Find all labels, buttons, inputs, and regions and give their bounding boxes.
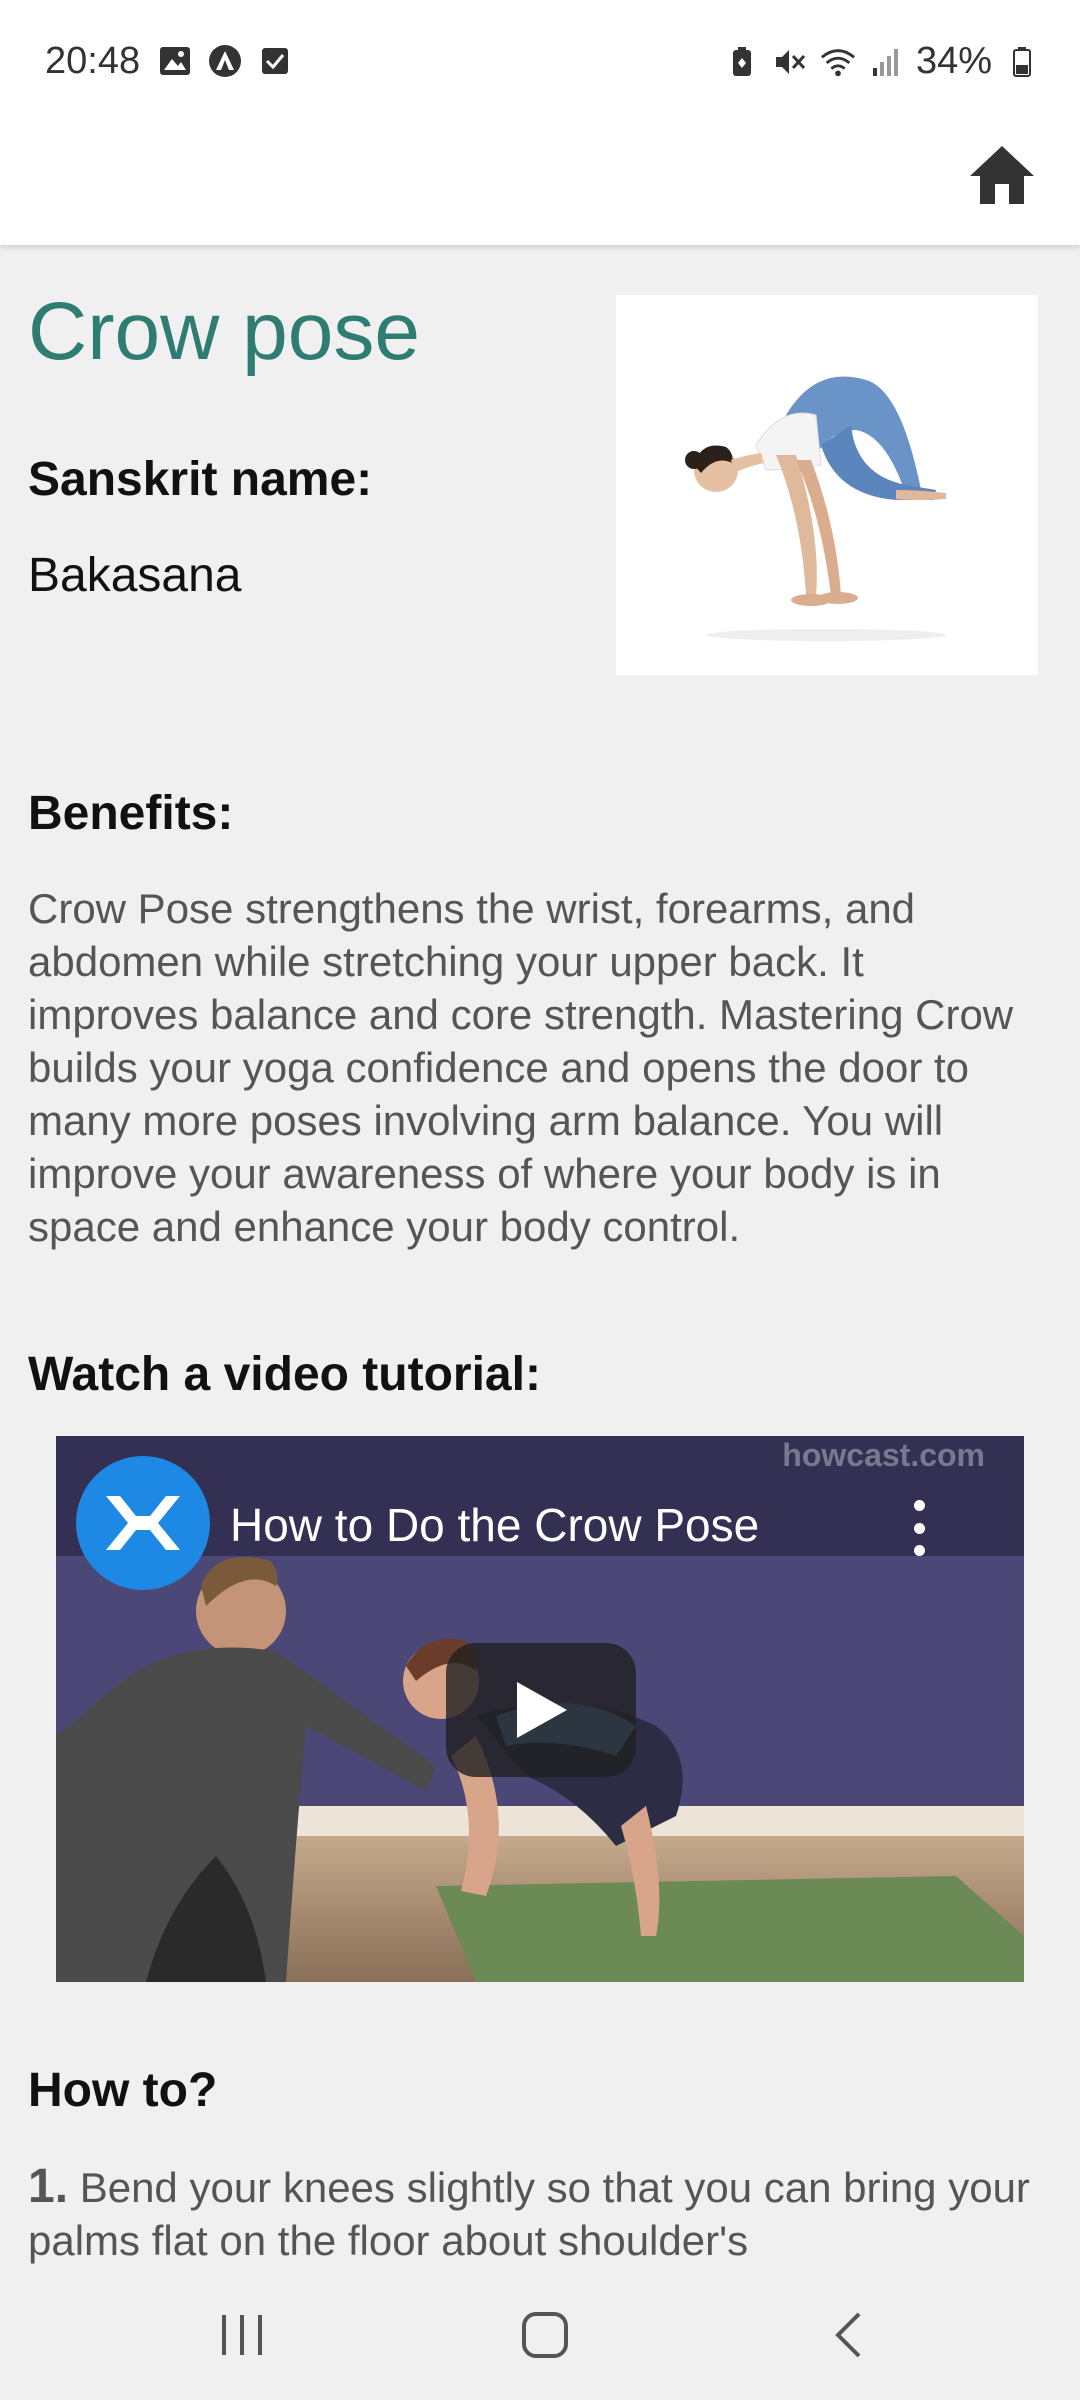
- battery-icon: [1004, 44, 1040, 80]
- status-bar: 20:48 34%: [0, 0, 1080, 125]
- benefits-text: Crow Pose strengthens the wrist, forearm…: [28, 885, 1014, 1250]
- pose-image: [616, 295, 1038, 675]
- checkbox-icon: [258, 44, 292, 78]
- navigation-bar: [0, 2265, 1080, 2400]
- video-watermark: howcast.com: [782, 1437, 985, 1473]
- recent-apps-button[interactable]: [202, 2295, 282, 2375]
- benefits-label: Benefits:: [28, 787, 234, 840]
- more-dot: [913, 1522, 925, 1534]
- howto-step: 1. Bend your knees slightly so that you …: [28, 2160, 1038, 2266]
- status-system-icons: 34%: [724, 40, 1040, 83]
- sanskrit-label: Sanskrit name:: [28, 453, 373, 506]
- back-button[interactable]: [808, 2295, 888, 2375]
- back-icon: [835, 2312, 861, 2358]
- home-nav-button[interactable]: [505, 2295, 585, 2375]
- wifi-icon: [820, 44, 856, 80]
- home-nav-icon: [522, 2312, 568, 2358]
- video-title[interactable]: How to Do the Crow Pose: [230, 1498, 759, 1552]
- more-dot: [913, 1545, 925, 1556]
- video-menu-button[interactable]: [904, 1500, 934, 1556]
- step-text: Bend your knees slightly so that you can…: [28, 2164, 1030, 2264]
- video-play-button[interactable]: [446, 1643, 636, 1777]
- sanskrit-value: Bakasana: [28, 549, 242, 602]
- signal-icon: [868, 44, 904, 80]
- howto-label: How to?: [28, 2064, 218, 2117]
- howcast-logo-icon: [106, 1496, 180, 1550]
- app-bar: [0, 125, 1080, 245]
- battery-saver-icon: [724, 44, 760, 80]
- recent-apps-icon: [222, 2315, 262, 2355]
- android-auto-icon: [208, 44, 242, 78]
- step-number: 1.: [28, 2160, 69, 2213]
- play-icon: [517, 1682, 567, 1738]
- video-label: Watch a video tutorial:: [28, 1348, 541, 1401]
- channel-logo[interactable]: [76, 1456, 210, 1590]
- home-button[interactable]: [962, 135, 1042, 215]
- battery-percent: 34%: [915, 40, 992, 82]
- status-notification-icons: [158, 44, 292, 78]
- more-dot: [913, 1500, 925, 1511]
- status-time: 20:48: [45, 40, 141, 82]
- pose-title: Crow pose: [28, 286, 420, 377]
- mute-icon: [772, 44, 808, 80]
- gallery-icon: [158, 44, 192, 78]
- home-icon: [970, 146, 1034, 204]
